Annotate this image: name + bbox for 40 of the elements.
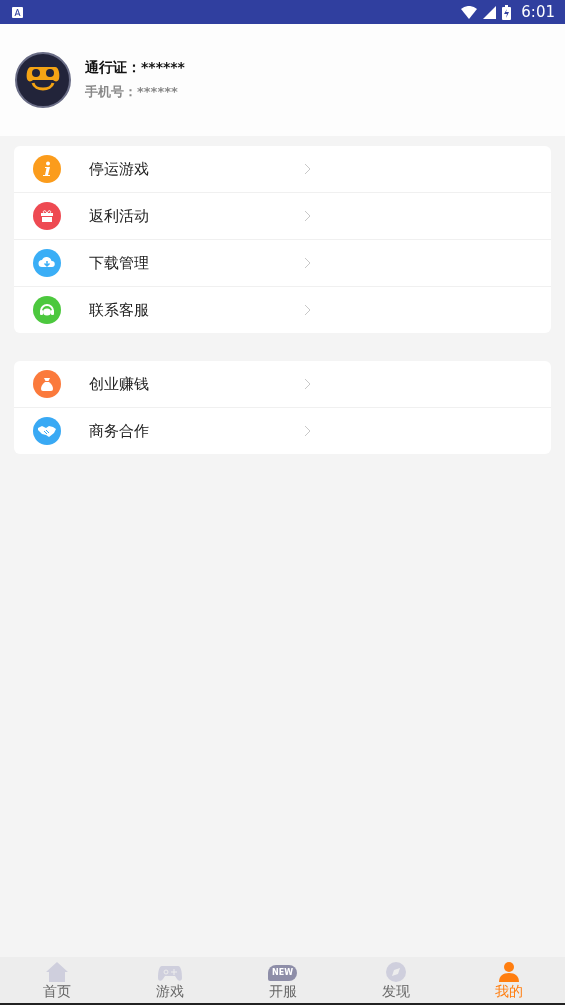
handshake-icon — [37, 424, 57, 438]
menu-item[interactable]: 商务合作 — [14, 407, 551, 454]
chevron-right-icon — [304, 257, 311, 269]
money-bag-icon — [40, 376, 54, 392]
menu-item[interactable]: 下载管理 — [14, 239, 551, 286]
menu-item[interactable]: 联系客服 — [14, 286, 551, 333]
gift-icon — [40, 209, 54, 223]
menu-item[interactable]: 创业赚钱 — [14, 361, 551, 407]
wifi-icon — [461, 5, 478, 19]
menu-label: 商务合作 — [89, 421, 150, 441]
person-icon — [497, 961, 520, 983]
notification-icon — [12, 6, 23, 18]
nav-tab[interactable]: 首页 — [0, 957, 113, 1003]
chevron-right-icon — [304, 378, 311, 390]
signal-icon — [483, 5, 497, 19]
menu-item[interactable]: 停运游戏 — [14, 146, 551, 192]
nav-tab[interactable]: NEW 开服 — [226, 957, 339, 1003]
menu-label: 下载管理 — [89, 253, 150, 273]
avatar — [15, 52, 71, 108]
compass-icon — [384, 961, 407, 983]
gamepad-icon — [156, 963, 183, 983]
cloud-download-icon — [38, 256, 56, 270]
headset-icon — [38, 302, 56, 318]
menu-item[interactable]: 返利活动 — [14, 192, 551, 239]
chevron-right-icon — [304, 210, 311, 222]
phone-number: 手机号：****** — [85, 83, 179, 101]
battery-icon — [502, 4, 512, 20]
chevron-right-icon — [304, 163, 311, 175]
menu-label: 停运游戏 — [89, 159, 150, 179]
account-name: 通行证：****** — [85, 59, 185, 77]
new-badge: NEW — [268, 965, 297, 981]
nav-tab[interactable]: 发现 — [339, 957, 452, 1003]
menu-label: 返利活动 — [89, 206, 150, 226]
chevron-right-icon — [304, 304, 311, 316]
home-icon — [44, 961, 69, 983]
menu-label: 联系客服 — [89, 300, 150, 320]
nav-tab[interactable]: 游戏 — [113, 957, 226, 1003]
clock-time: 6:01 — [521, 3, 555, 21]
chevron-right-icon — [304, 425, 311, 437]
menu-label: 创业赚钱 — [89, 374, 150, 394]
